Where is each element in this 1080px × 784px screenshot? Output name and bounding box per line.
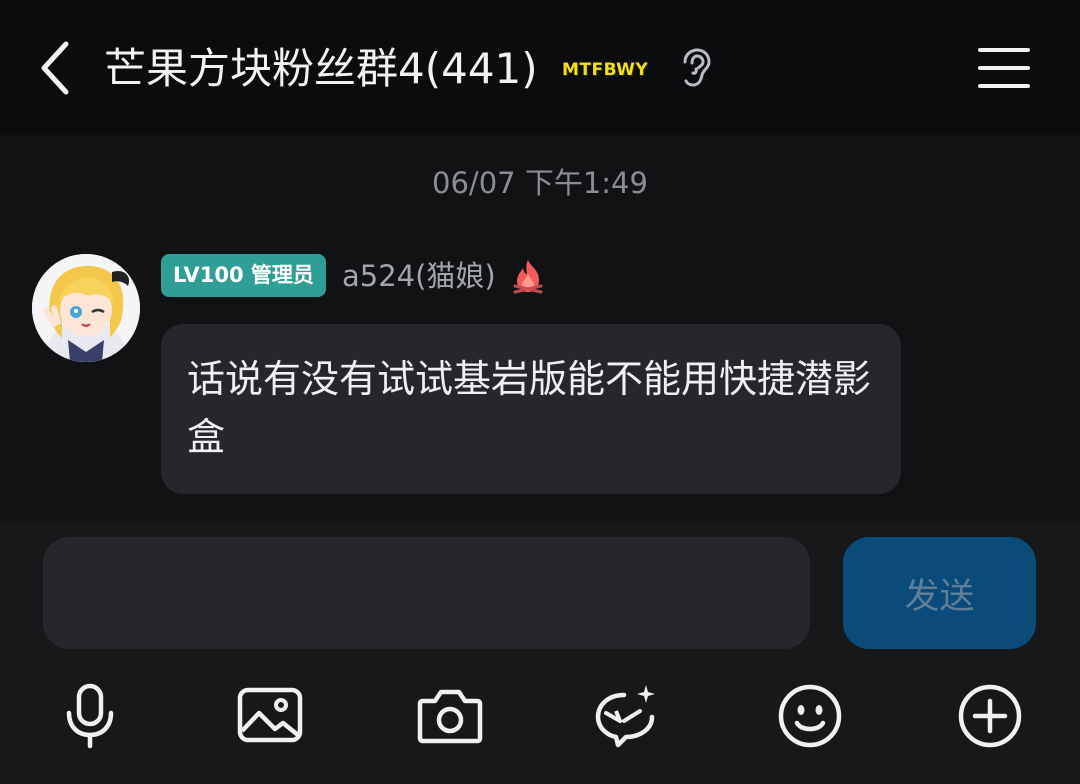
image-icon[interactable] [237,683,303,749]
anime-avatar-image [32,254,140,362]
back-arrow-icon[interactable] [36,38,80,98]
avatar[interactable] [32,254,140,362]
fire-icon [513,260,543,294]
input-toolbar [0,666,1080,784]
group-title[interactable]: 芒果方块粉丝群4(441) [104,38,538,100]
microphone-icon[interactable] [57,683,123,749]
plus-icon[interactable] [957,683,1023,749]
group-badge-logo: MTFBWY [562,60,649,80]
send-button[interactable]: 发送 [843,537,1036,649]
menu-icon[interactable] [978,46,1030,90]
camera-icon[interactable] [417,683,483,749]
emoji-icon[interactable] [777,683,843,749]
message-timestamp: 06/07 下午1:49 [432,166,648,200]
ai-sparkle-icon[interactable] [594,683,660,749]
message-bubble[interactable]: 话说有没有试试基岩版能不能用快捷潜影盒 [161,324,901,494]
admin-level-badge: LV100 管理员 [161,254,326,297]
message-input[interactable] [43,537,810,649]
ear-icon[interactable] [678,48,712,88]
sender-username[interactable]: a524(猫娘) [342,254,496,298]
message-text: 话说有没有试试基岩版能不能用快捷潜影盒 [187,357,872,459]
